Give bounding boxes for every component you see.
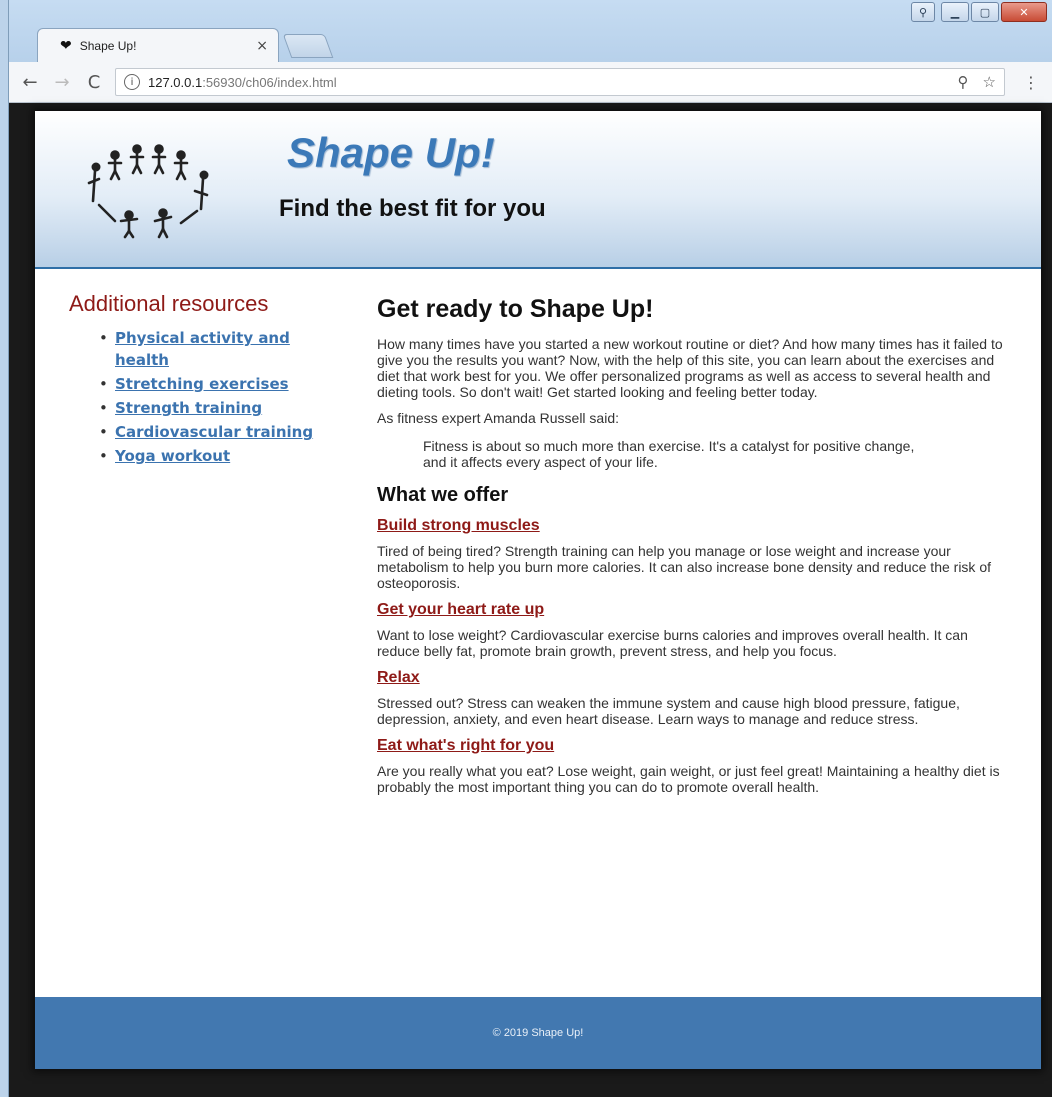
link-build-strong-muscles[interactable]: Build strong muscles <box>377 517 540 534</box>
people-circle-icon <box>87 144 209 239</box>
link-cardiovascular-training[interactable]: Cardiovascular training <box>115 423 313 441</box>
section-text: Stressed out? Stress can weaken the immu… <box>377 695 960 727</box>
user-icon[interactable]: ⚲ <box>911 2 935 22</box>
more-menu-icon[interactable]: ⋮ <box>1023 73 1039 92</box>
minimize-button[interactable]: ▁ <box>941 2 969 22</box>
list-item: Physical activity and health <box>99 327 339 371</box>
page: Shape Up! Find the best fit for you Addi… <box>35 111 1041 1069</box>
browser-toolbar: ← → C i 127.0.0.1:56930/ch06/index.html … <box>9 62 1052 103</box>
site-footer: © 2019 Shape Up! <box>35 997 1041 1069</box>
link-physical-activity[interactable]: Physical activity and health <box>115 329 290 369</box>
section-heading: Build strong muscles <box>377 517 1007 535</box>
url-path: :56930/ch06/index.html <box>202 74 337 90</box>
browser-tab[interactable]: ❤ Shape Up! × <box>37 28 279 62</box>
heart-icon: ❤ <box>60 37 72 54</box>
forward-arrow-icon[interactable]: → <box>51 72 73 93</box>
tab-title: Shape Up! <box>79 38 137 53</box>
intro-paragraph: How many times have you started a new wo… <box>377 336 1003 400</box>
site-header: Shape Up! Find the best fit for you <box>35 111 1041 269</box>
link-strength-training[interactable]: Strength training <box>115 399 262 417</box>
link-relax[interactable]: Relax <box>377 669 420 686</box>
section-heading: Eat what's right for you <box>377 737 1007 755</box>
list-item: Yoga workout <box>99 445 339 467</box>
section-text: Are you really what you eat? Lose weight… <box>377 763 1000 795</box>
site-tagline: Find the best fit for you <box>279 195 546 222</box>
address-bar[interactable]: i 127.0.0.1:56930/ch06/index.html ⚲ ☆ <box>115 68 1005 96</box>
maximize-button[interactable]: ▢ <box>971 2 999 22</box>
info-icon[interactable]: i <box>124 74 140 90</box>
sidebar-heading: Additional resources <box>69 291 269 316</box>
link-eat-right[interactable]: Eat what's right for you <box>377 737 554 754</box>
offer-heading: What we offer <box>377 484 509 506</box>
footer-copyright: © 2019 Shape Up! <box>492 1027 584 1039</box>
list-item: Strength training <box>99 397 339 419</box>
section-heading: Relax <box>377 669 1007 687</box>
url-host: 127.0.0.1 <box>148 74 203 90</box>
window-controls: ⚲ ▁ ▢ ✕ <box>911 2 1047 22</box>
back-arrow-icon[interactable]: ← <box>19 72 41 93</box>
tab-close-icon[interactable]: × <box>256 38 268 54</box>
link-heart-rate[interactable]: Get your heart rate up <box>377 601 544 618</box>
site-title: Shape Up! <box>287 129 495 176</box>
link-yoga-workout[interactable]: Yoga workout <box>115 447 230 465</box>
section-text: Want to lose weight? Cardiovascular exer… <box>377 627 968 659</box>
section-heading: Get your heart rate up <box>377 601 1007 619</box>
link-stretching-exercises[interactable]: Stretching exercises <box>115 375 289 393</box>
fitness-quote: Fitness is about so much more than exerc… <box>423 438 915 470</box>
close-window-button[interactable]: ✕ <box>1001 2 1047 22</box>
zoom-icon[interactable]: ⚲ <box>958 73 969 91</box>
sidebar: Additional resources Physical activity a… <box>69 291 339 469</box>
list-item: Stretching exercises <box>99 373 339 395</box>
quote-intro: As fitness expert Amanda Russell said: <box>377 410 620 426</box>
reload-icon[interactable]: C <box>83 72 105 93</box>
list-item: Cardiovascular training <box>99 421 339 443</box>
bookmark-star-icon[interactable]: ☆ <box>983 73 996 91</box>
page-heading: Get ready to Shape Up! <box>377 295 654 323</box>
browser-window: ⚲ ▁ ▢ ✕ ❤ Shape Up! × ← → C i 127.0.0.1:… <box>8 0 1052 1097</box>
resource-list: Physical activity and health Stretching … <box>69 327 339 467</box>
new-tab-button[interactable] <box>282 34 334 58</box>
section-text: Tired of being tired? Strength training … <box>377 543 991 591</box>
main-content: Get ready to Shape Up! How many times ha… <box>377 295 1007 805</box>
page-viewport: Shape Up! Find the best fit for you Addi… <box>9 103 1052 1097</box>
